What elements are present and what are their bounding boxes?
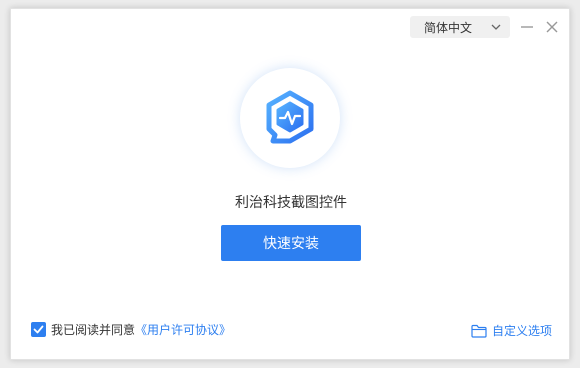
quick-install-button[interactable]: 快速安装 bbox=[221, 225, 361, 261]
close-button[interactable] bbox=[542, 17, 562, 37]
language-label: 简体中文 bbox=[424, 20, 473, 35]
close-icon bbox=[546, 21, 558, 33]
folder-icon bbox=[471, 324, 487, 338]
minimize-icon bbox=[521, 26, 533, 28]
app-logo-icon bbox=[266, 90, 314, 144]
agreement-row: 我已阅读并同意 《用户许可协议》 bbox=[31, 321, 231, 338]
minimize-button[interactable] bbox=[517, 17, 537, 37]
custom-options-label: 自定义选项 bbox=[492, 324, 553, 338]
agree-checkbox[interactable] bbox=[31, 322, 46, 337]
language-select[interactable]: 简体中文 bbox=[410, 16, 510, 38]
custom-options-button[interactable]: 自定义选项 bbox=[471, 322, 552, 339]
product-name: 利治科技截图控件 bbox=[235, 195, 347, 211]
agree-text: 我已阅读并同意 bbox=[51, 323, 136, 337]
installer-window: 简体中文 利治科技截图控件 快速安装 我已阅读并同意 《用户许可协议》 自定义选… bbox=[10, 8, 570, 360]
license-agreement-link[interactable]: 《用户许可协议》 bbox=[135, 321, 231, 338]
check-icon bbox=[33, 325, 44, 334]
logo-container bbox=[240, 68, 340, 168]
chevron-down-icon bbox=[491, 24, 501, 30]
